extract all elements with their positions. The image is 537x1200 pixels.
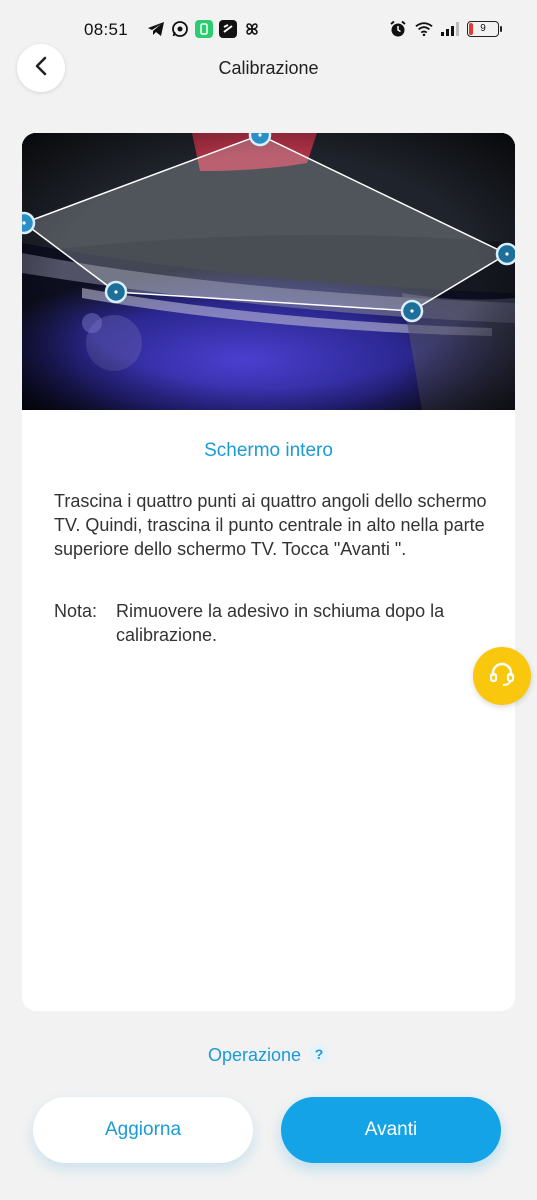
whatsapp-icon xyxy=(171,20,189,38)
battery-level: 9 xyxy=(480,23,486,34)
headset-icon xyxy=(487,659,517,694)
note: Nota: Rimuovere la adesivo in schiuma do… xyxy=(54,599,494,647)
wifi-icon xyxy=(415,20,433,38)
green-app-icon xyxy=(195,20,213,38)
battery-icon: 9 xyxy=(467,21,502,37)
signal-icon xyxy=(441,20,459,38)
header: Calibrazione xyxy=(0,42,537,96)
status-time: 08:51 xyxy=(84,20,129,39)
instructions-text: Trascina i quattro punti ai quattro ango… xyxy=(54,491,487,559)
telegram-icon xyxy=(147,20,165,38)
calibration-point-bottom-left[interactable] xyxy=(104,280,128,304)
next-button[interactable]: Avanti xyxy=(281,1097,501,1163)
camera-preview[interactable] xyxy=(22,133,515,410)
calibration-point-bottom-right[interactable] xyxy=(400,299,424,323)
notes-app-icon xyxy=(219,20,237,38)
note-label: Nota: xyxy=(54,601,98,621)
page-title: Calibrazione xyxy=(218,58,319,78)
mode-title: Schermo intero xyxy=(204,440,333,461)
pinwheel-icon xyxy=(243,20,261,38)
calibration-card: Schermo intero Trascina i quattro punti … xyxy=(22,133,515,1011)
calibration-point-left[interactable] xyxy=(22,211,36,235)
status-system-icons: 9 xyxy=(389,20,502,38)
calibration-point-right[interactable] xyxy=(495,242,515,266)
status-app-icons xyxy=(147,20,261,38)
alarm-icon xyxy=(389,20,407,38)
operation-help-link[interactable]: Operazione? xyxy=(0,1044,537,1066)
help-icon[interactable]: ? xyxy=(309,1044,330,1064)
calibration-point-top[interactable] xyxy=(248,133,272,147)
operation-link-label[interactable]: Operazione xyxy=(208,1045,301,1065)
support-button[interactable] xyxy=(473,647,531,705)
note-text: Rimuovere la adesivo in schiuma dopo la … xyxy=(116,601,445,645)
refresh-button[interactable]: Aggiorna xyxy=(33,1097,253,1163)
